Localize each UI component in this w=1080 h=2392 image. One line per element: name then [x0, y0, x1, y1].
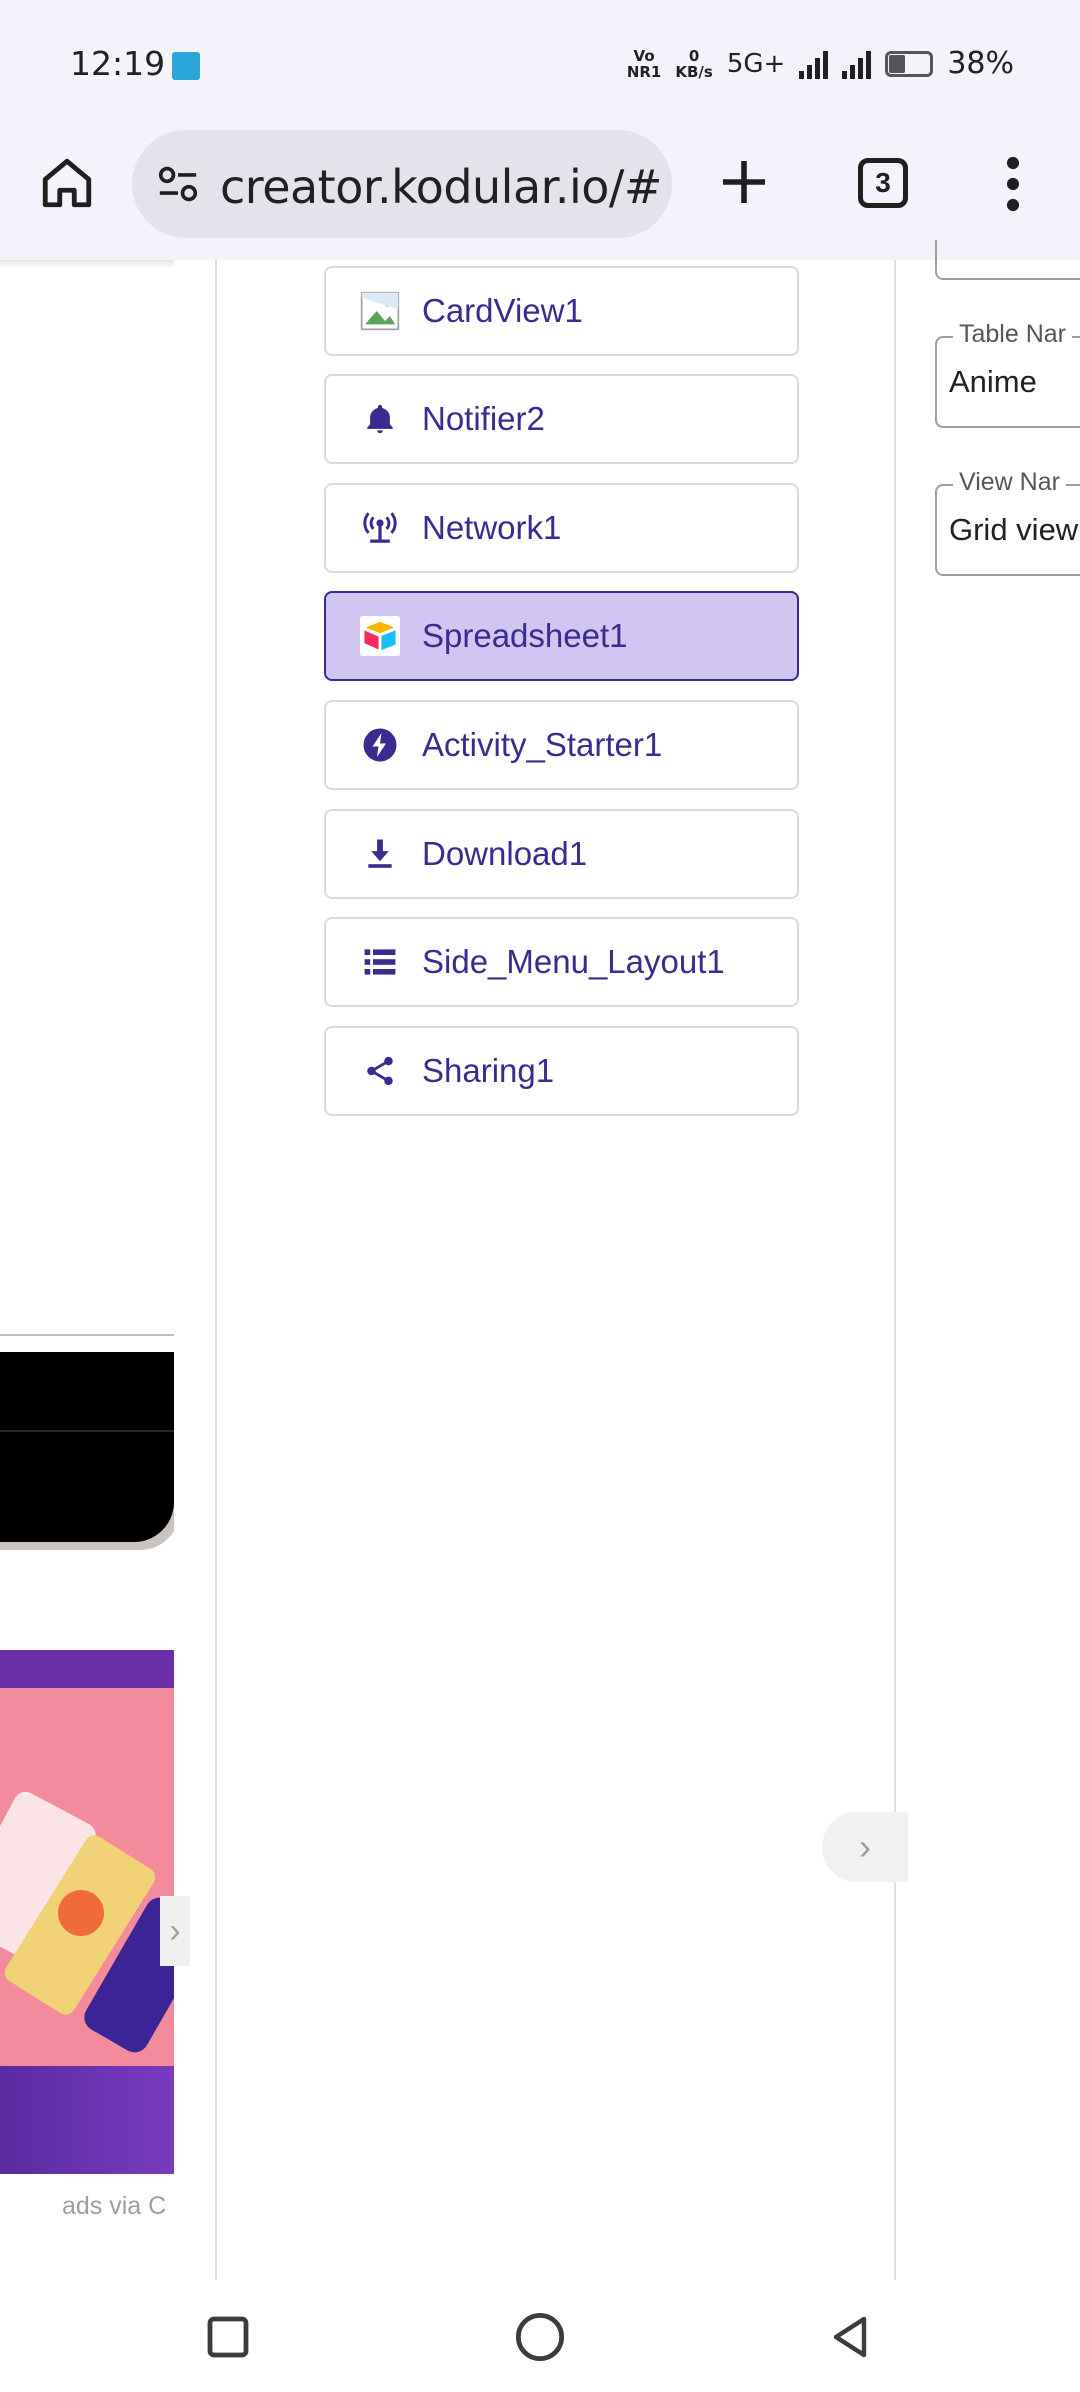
browser-toolbar: creator.kodular.io/#52 3: [0, 130, 1080, 260]
network-speed: 0 KB/s: [675, 48, 712, 80]
airtable-icon: [360, 616, 400, 656]
ad-banner-bottom: [0, 2066, 174, 2174]
component-label: Side_Menu_Layout1: [422, 943, 725, 980]
component-side-menu-layout1[interactable]: Side_Menu_Layout1: [324, 917, 799, 1007]
panel-separator-left: [215, 260, 217, 2280]
panel-shadow: [0, 260, 174, 268]
chevron-right-icon[interactable]: ›: [822, 1812, 908, 1882]
component-label: Network1: [422, 509, 562, 546]
divider: [0, 1334, 174, 1336]
view-name-field[interactable]: View Nar Grid view: [935, 468, 1080, 576]
battery-percent: 38%: [947, 46, 1014, 81]
ad-banner-top: [0, 1650, 174, 1688]
new-tab-icon[interactable]: [716, 154, 772, 210]
left-panel: [0, 260, 174, 2280]
speed-value: 0: [688, 46, 700, 65]
component-label: Activity_Starter1: [422, 726, 663, 763]
more-menu-icon[interactable]: [1000, 156, 1026, 212]
ad-image[interactable]: [0, 1650, 174, 2174]
app-notification-icon: [172, 52, 200, 80]
panel-separator-right: [894, 260, 896, 2280]
table-name-field[interactable]: Table Nar Anime: [935, 320, 1080, 428]
ads-attribution[interactable]: ads via C: [62, 2192, 166, 2221]
component-label: Notifier2: [422, 400, 545, 437]
status-icons: Vo NR1 0 KB/s 5G+ 38%: [627, 46, 1014, 81]
download-icon: [360, 834, 400, 874]
battery-icon: [885, 50, 934, 77]
clock: 12:19: [70, 44, 166, 83]
component-label: Spreadsheet1: [422, 617, 628, 654]
component-network1[interactable]: Network1: [324, 483, 799, 573]
table-name-value[interactable]: Anime: [949, 364, 1037, 400]
component-cardview1[interactable]: CardView1: [324, 266, 799, 356]
bolt-icon: [360, 725, 400, 765]
signal-icon: [799, 49, 829, 79]
component-notifier2[interactable]: Notifier2: [324, 374, 799, 464]
component-label: CardView1: [422, 292, 583, 329]
volte-indicator: Vo NR1: [627, 48, 662, 80]
list-icon: [360, 942, 400, 982]
table-name-label: Table Nar: [953, 320, 1072, 349]
home-icon[interactable]: [38, 154, 96, 212]
volte-top: Vo: [633, 46, 655, 65]
recents-icon[interactable]: [193, 2302, 263, 2372]
ad-coin: [58, 1890, 104, 1936]
url-text[interactable]: creator.kodular.io/#52: [220, 160, 660, 214]
view-name-value[interactable]: Grid view: [949, 512, 1078, 548]
component-download1[interactable]: Download1: [324, 809, 799, 899]
antenna-icon: [360, 508, 400, 548]
site-settings-icon[interactable]: [156, 164, 200, 204]
view-name-label: View Nar: [953, 468, 1066, 497]
network-type: 5G+: [726, 48, 786, 79]
bell-icon: [360, 399, 400, 439]
signal-icon-2: [842, 49, 872, 79]
phone-preview: [0, 1352, 174, 1542]
component-activity-starter1[interactable]: Activity_Starter1: [324, 700, 799, 790]
volte-bottom: NR1: [626, 62, 662, 81]
component-sharing1[interactable]: Sharing1: [324, 1026, 799, 1116]
back-icon[interactable]: [815, 2302, 885, 2372]
image-icon: [360, 291, 400, 331]
home-nav-icon[interactable]: [505, 2302, 575, 2372]
system-navigation-bar: [0, 2280, 1080, 2392]
property-field-above[interactable]: [935, 240, 1080, 280]
address-bar[interactable]: creator.kodular.io/#52: [132, 130, 672, 238]
component-label: Sharing1: [422, 1052, 555, 1089]
component-label: Download1: [422, 835, 588, 872]
speed-unit: KB/s: [675, 62, 713, 81]
share-icon: [360, 1051, 400, 1091]
phone-preview-line: [0, 1430, 174, 1432]
status-bar: 12:19 Vo NR1 0 KB/s 5G+ 38%: [0, 0, 1080, 130]
ad-next-icon[interactable]: ›: [160, 1896, 190, 1966]
tab-switcher-button[interactable]: 3: [858, 158, 908, 208]
component-spreadsheet1[interactable]: Spreadsheet1: [324, 591, 799, 681]
